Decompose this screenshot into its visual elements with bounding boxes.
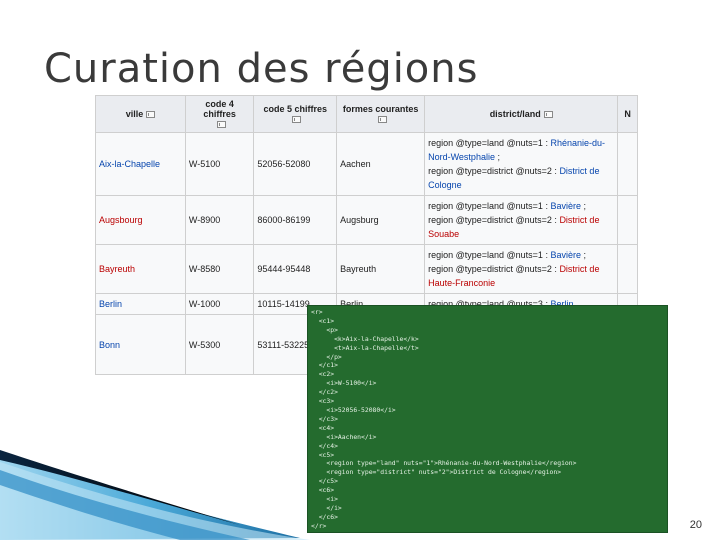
cell-code5: 95444-95448 [253, 244, 338, 294]
region-text: region @type=district @nuts=2 : [428, 264, 560, 274]
cell-code5: 86000-86199 [253, 195, 338, 245]
col-header-code4[interactable]: code 4 chiffres [184, 95, 255, 133]
city-link[interactable]: Bonn [99, 340, 120, 350]
cell-extra [617, 244, 638, 294]
col-header-district[interactable]: district/land [424, 95, 619, 133]
code-line: <k>Aix-la-Chapelle</k> [311, 334, 419, 343]
code-line: </c6> [311, 512, 338, 521]
cell-formes: Bayreuth [336, 244, 426, 294]
sort-icon[interactable] [292, 116, 302, 124]
decorative-swoosh [0, 450, 310, 540]
sort-icon[interactable] [543, 111, 553, 119]
xml-code-block: <r> <c1> <p> <k>Aix-la-Chapelle</k> <t>A… [307, 305, 668, 533]
cell-ville[interactable]: Bonn [95, 314, 186, 375]
region-link[interactable]: Bavière [550, 250, 581, 260]
code-line: <i>W-5100</i> [311, 379, 377, 388]
col-header-label: code 4 chiffres [203, 99, 236, 119]
code-line: <t>Aix-la-Chapelle</t> [311, 343, 419, 352]
city-link[interactable]: Berlin [99, 299, 122, 309]
cell-extra [617, 132, 638, 196]
col-header-formes[interactable]: formes courantes [336, 95, 426, 133]
code-line: <c3> [311, 397, 335, 406]
col-header-label: code 5 chiffres [263, 104, 328, 114]
code-line: </c5> [311, 477, 338, 486]
col-header-label: ville [125, 109, 144, 119]
cell-code4: W-5300 [184, 314, 255, 375]
cell-formes: Augsburg [336, 195, 426, 245]
cell-ville[interactable]: Berlin [95, 293, 186, 315]
sort-icon[interactable] [377, 116, 387, 124]
cell-code5: 52056-52080 [253, 132, 338, 196]
code-line: <c5> [311, 450, 335, 459]
region-text: region @type=district @nuts=2 : [428, 166, 560, 176]
region-link[interactable]: Bavière [550, 201, 581, 211]
cell-district: region @type=land @nuts=1 : Rhénanie-du-… [424, 132, 619, 196]
code-line: <region type="district" nuts="2">Distric… [311, 468, 562, 477]
region-text: region @type=land @nuts=1 : [428, 250, 551, 260]
code-line: </p> [311, 352, 342, 361]
code-line: </r> [311, 521, 327, 530]
region-text: ; [580, 250, 586, 260]
code-line: <i>Aachen</i> [311, 432, 377, 441]
region-text: ; [580, 201, 586, 211]
region-text: region @type=land @nuts=1 : [428, 138, 551, 148]
col-header-label: district/land [489, 109, 541, 119]
table-row: Augsbourg W-8900 86000-86199 Augsburg re… [95, 195, 638, 245]
cell-code4: W-8900 [184, 195, 255, 245]
col-header-ville[interactable]: ville [95, 95, 186, 133]
code-line: </c4> [311, 441, 338, 450]
cell-extra [617, 195, 638, 245]
table-header-row: ville code 4 chiffres code 5 chiffres fo… [95, 95, 638, 133]
code-line: </c2> [311, 388, 338, 397]
table-row: Aix-la-Chapelle W-5100 52056-52080 Aache… [95, 132, 638, 196]
region-text: ; [494, 152, 500, 162]
cell-code4: W-1000 [184, 293, 255, 315]
slide-title: Curation des régions [44, 46, 479, 92]
code-line: <i> [311, 495, 338, 504]
col-header-label: N [624, 109, 631, 119]
cell-ville[interactable]: Aix-la-Chapelle [95, 132, 186, 196]
cell-district: region @type=land @nuts=1 : Bavière ; re… [424, 244, 619, 294]
cell-code4: W-8580 [184, 244, 255, 294]
code-line: </c1> [311, 361, 338, 370]
cell-district: region @type=land @nuts=1 : Bavière ; re… [424, 195, 619, 245]
code-line: <c1> [311, 316, 335, 325]
code-line: <region type="land" nuts="1">Rhénanie-du… [311, 459, 577, 468]
code-line: </i> [311, 503, 342, 512]
cell-ville[interactable]: Bayreuth [95, 244, 186, 294]
cell-code4: W-5100 [184, 132, 255, 196]
code-line: </c3> [311, 414, 338, 423]
code-line: <r> [311, 308, 323, 316]
region-text: region @type=land @nuts=1 : [428, 201, 551, 211]
sort-icon[interactable] [146, 111, 156, 119]
cell-ville[interactable]: Augsbourg [95, 195, 186, 245]
col-header-label: formes courantes [342, 104, 419, 114]
col-header-code5[interactable]: code 5 chiffres [253, 95, 338, 133]
city-link[interactable]: Augsbourg [99, 215, 143, 225]
page-number: 20 [689, 519, 702, 531]
code-line: <i>52056-52080</i> [311, 405, 396, 414]
code-line: <p> [311, 325, 338, 334]
code-line: <c6> [311, 486, 335, 495]
city-link[interactable]: Bayreuth [99, 264, 135, 274]
sort-icon[interactable] [216, 121, 226, 129]
code-line: <c4> [311, 423, 335, 432]
city-link[interactable]: Aix-la-Chapelle [99, 159, 160, 169]
cell-formes: Aachen [336, 132, 426, 196]
table-row: Bayreuth W-8580 95444-95448 Bayreuth reg… [95, 244, 638, 294]
region-text: region @type=district @nuts=2 : [428, 215, 560, 225]
code-line: <c2> [311, 370, 335, 379]
col-header-extra[interactable]: N [617, 95, 638, 133]
